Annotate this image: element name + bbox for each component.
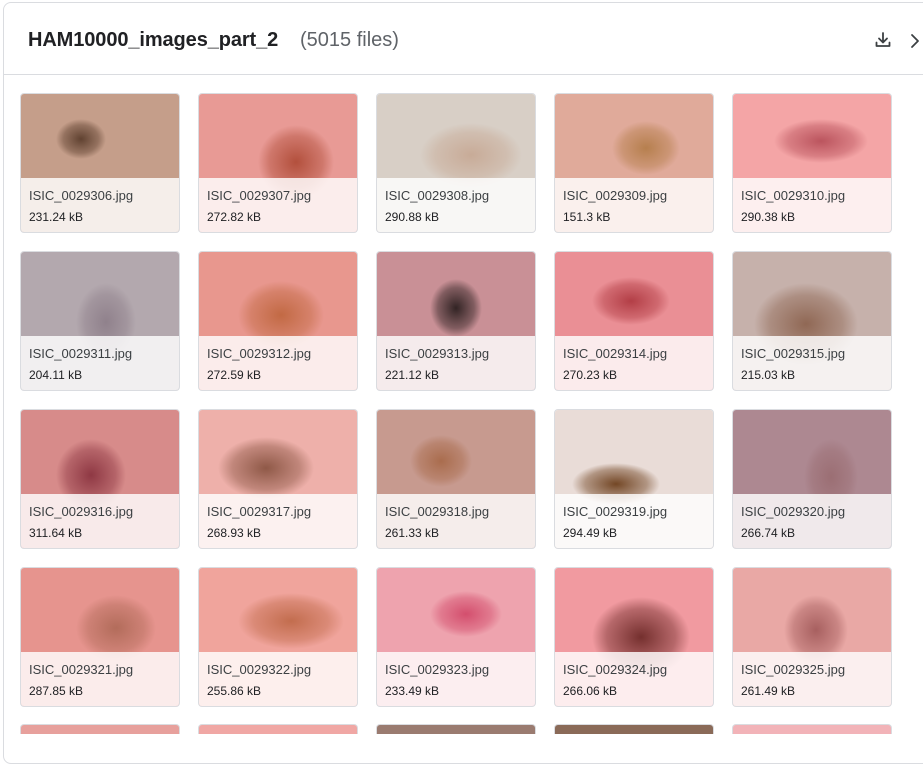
file-card[interactable]: ISIC_0029314.jpg 270.23 kB: [554, 251, 714, 391]
file-caption: ISIC_0029319.jpg 294.49 kB: [555, 494, 713, 548]
file-name: ISIC_0029324.jpg: [563, 662, 668, 677]
file-card[interactable]: ISIC_0029322.jpg 255.86 kB: [198, 567, 358, 707]
file-size: 215.03 kB: [741, 368, 796, 382]
file-grid: ISIC_0029306.jpg 231.24 kB ISIC_0029307.jp…: [0, 0, 923, 734]
file-caption: ISIC_0029313.jpg 221.12 kB: [377, 336, 535, 390]
file-card[interactable]: ISIC_0029308.jpg 290.88 kB: [376, 93, 536, 233]
file-size: 270.23 kB: [563, 368, 618, 382]
file-name: ISIC_0029313.jpg: [385, 346, 490, 361]
file-name: ISIC_0029315.jpg: [741, 346, 846, 361]
file-caption: ISIC_0029310.jpg 290.38 kB: [733, 178, 891, 232]
file-name: ISIC_0029323.jpg: [385, 662, 490, 677]
file-caption: ISIC_0029322.jpg 255.86 kB: [199, 652, 357, 706]
file-caption: ISIC_0029306.jpg 231.24 kB: [21, 178, 179, 232]
file-size: 266.74 kB: [741, 526, 796, 540]
file-card[interactable]: ISIC_0029318.jpg 261.33 kB: [376, 409, 536, 549]
file-card-partial[interactable]: [554, 724, 714, 734]
file-card-partial[interactable]: [376, 724, 536, 734]
file-card[interactable]: ISIC_0029319.jpg 294.49 kB: [554, 409, 714, 549]
file-size: 233.49 kB: [385, 684, 440, 698]
file-name: ISIC_0029306.jpg: [29, 188, 134, 203]
file-name: ISIC_0029308.jpg: [385, 188, 490, 203]
file-name: ISIC_0029317.jpg: [207, 504, 312, 519]
file-size: 221.12 kB: [385, 368, 440, 382]
file-caption: ISIC_0029311.jpg 204.11 kB: [21, 336, 179, 390]
file-caption: ISIC_0029315.jpg 215.03 kB: [733, 336, 891, 390]
file-name: ISIC_0029318.jpg: [385, 504, 490, 519]
file-card[interactable]: ISIC_0029320.jpg 266.74 kB: [732, 409, 892, 549]
file-card-partial[interactable]: [20, 724, 180, 734]
file-caption: ISIC_0029325.jpg 261.49 kB: [733, 652, 891, 706]
file-name: ISIC_0029319.jpg: [563, 504, 668, 519]
file-card[interactable]: ISIC_0029311.jpg 204.11 kB: [20, 251, 180, 391]
file-name: ISIC_0029310.jpg: [741, 188, 846, 203]
file-size: 255.86 kB: [207, 684, 262, 698]
file-caption: ISIC_0029318.jpg 261.33 kB: [377, 494, 535, 548]
file-card-partial[interactable]: [732, 724, 892, 734]
file-name: ISIC_0029322.jpg: [207, 662, 312, 677]
file-card[interactable]: ISIC_0029307.jpg 272.82 kB: [198, 93, 358, 233]
file-size: 294.49 kB: [563, 526, 618, 540]
file-card[interactable]: ISIC_0029315.jpg 215.03 kB: [732, 251, 892, 391]
file-card-partial[interactable]: [198, 724, 358, 734]
file-caption: ISIC_0029316.jpg 311.64 kB: [21, 494, 179, 548]
file-name: ISIC_0029314.jpg: [563, 346, 668, 361]
file-caption: ISIC_0029309.jpg 151.3 kB: [555, 178, 713, 232]
file-caption: ISIC_0029323.jpg 233.49 kB: [377, 652, 535, 706]
file-name: ISIC_0029312.jpg: [207, 346, 312, 361]
file-size: 287.85 kB: [29, 684, 84, 698]
file-caption: ISIC_0029307.jpg 272.82 kB: [199, 178, 357, 232]
file-card[interactable]: ISIC_0029312.jpg 272.59 kB: [198, 251, 358, 391]
file-size: 261.33 kB: [385, 526, 440, 540]
file-caption: ISIC_0029324.jpg 266.06 kB: [555, 652, 713, 706]
file-size: 272.82 kB: [207, 210, 262, 224]
file-card[interactable]: ISIC_0029325.jpg 261.49 kB: [732, 567, 892, 707]
file-caption: ISIC_0029308.jpg 290.88 kB: [377, 178, 535, 232]
file-card[interactable]: ISIC_0029309.jpg 151.3 kB: [554, 93, 714, 233]
file-caption: ISIC_0029314.jpg 270.23 kB: [555, 336, 713, 390]
file-card[interactable]: ISIC_0029306.jpg 231.24 kB: [20, 93, 180, 233]
file-size: 290.38 kB: [741, 210, 796, 224]
file-card[interactable]: ISIC_0029313.jpg 221.12 kB: [376, 251, 536, 391]
file-name: ISIC_0029316.jpg: [29, 504, 134, 519]
file-card[interactable]: ISIC_0029323.jpg 233.49 kB: [376, 567, 536, 707]
file-caption: ISIC_0029312.jpg 272.59 kB: [199, 336, 357, 390]
file-name: ISIC_0029320.jpg: [741, 504, 846, 519]
file-size: 290.88 kB: [385, 210, 440, 224]
file-card[interactable]: ISIC_0029324.jpg 266.06 kB: [554, 567, 714, 707]
file-card[interactable]: ISIC_0029310.jpg 290.38 kB: [732, 93, 892, 233]
file-size: 151.3 kB: [563, 210, 611, 224]
file-name: ISIC_0029309.jpg: [563, 188, 668, 203]
file-caption: ISIC_0029321.jpg 287.85 kB: [21, 652, 179, 706]
file-size: 268.93 kB: [207, 526, 262, 540]
file-size: 272.59 kB: [207, 368, 262, 382]
file-card[interactable]: ISIC_0029316.jpg 311.64 kB: [20, 409, 180, 549]
file-size: 231.24 kB: [29, 210, 84, 224]
file-size: 311.64 kB: [29, 526, 83, 540]
file-name: ISIC_0029307.jpg: [207, 188, 312, 203]
file-caption: ISIC_0029317.jpg 268.93 kB: [199, 494, 357, 548]
file-name: ISIC_0029311.jpg: [29, 346, 133, 361]
file-size: 261.49 kB: [741, 684, 796, 698]
file-card[interactable]: ISIC_0029321.jpg 287.85 kB: [20, 567, 180, 707]
file-size: 204.11 kB: [29, 368, 83, 382]
file-name: ISIC_0029325.jpg: [741, 662, 846, 677]
file-card[interactable]: ISIC_0029317.jpg 268.93 kB: [198, 409, 358, 549]
file-caption: ISIC_0029320.jpg 266.74 kB: [733, 494, 891, 548]
file-size: 266.06 kB: [563, 684, 618, 698]
file-name: ISIC_0029321.jpg: [29, 662, 134, 677]
